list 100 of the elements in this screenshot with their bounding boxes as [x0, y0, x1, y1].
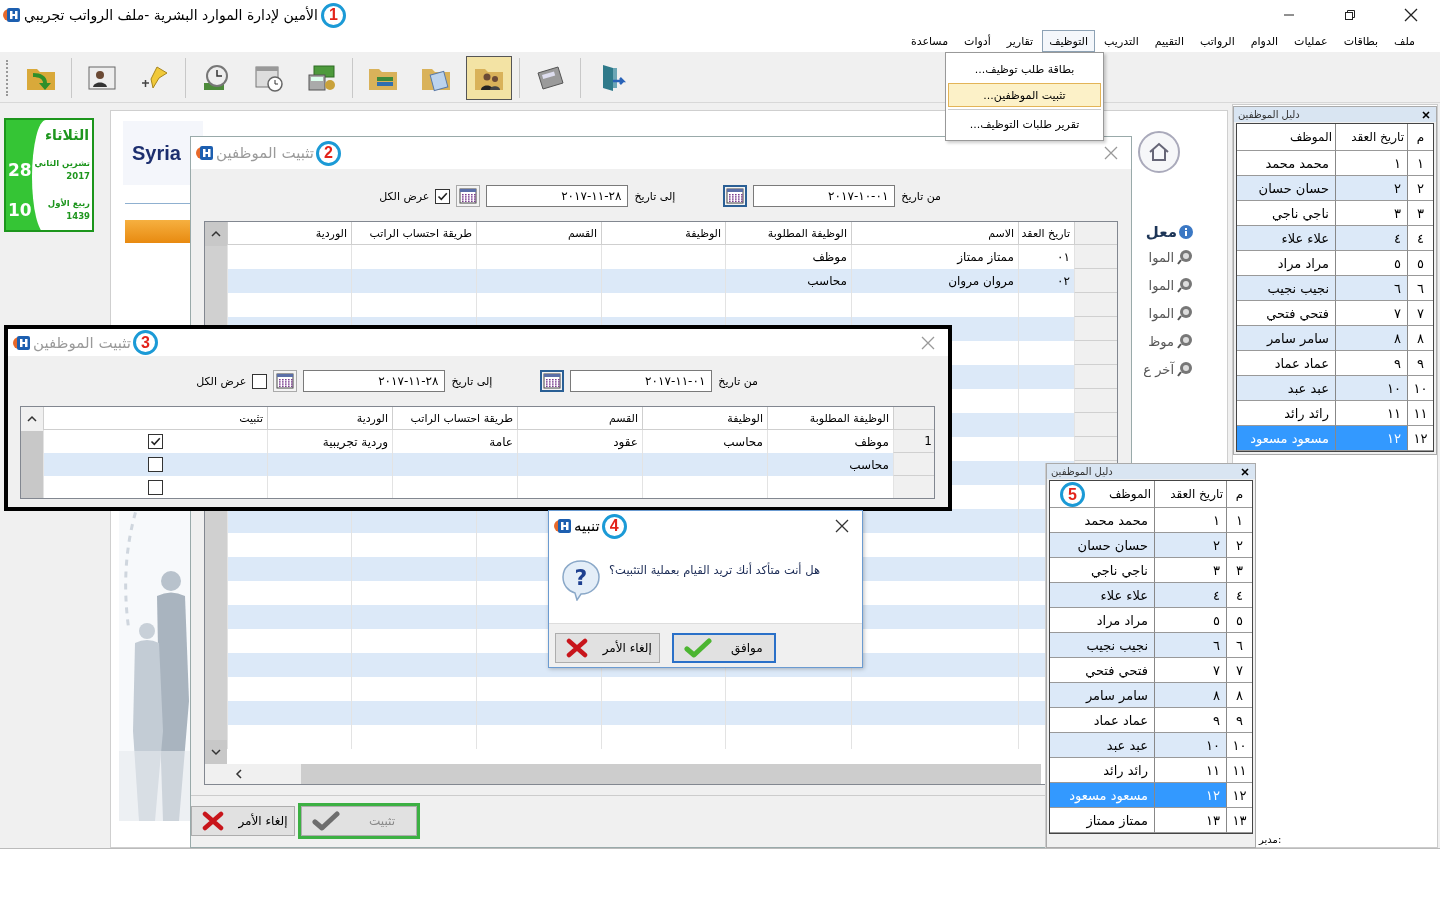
table-row[interactable]: ٢ ٢ حسان حسان: [1237, 176, 1433, 201]
news-link[interactable]: آخر ع: [1143, 361, 1174, 377]
table-row[interactable]: محاسب: [43, 453, 934, 476]
table-row[interactable]: ١٣ ١٣ ممتاز ممتاز: [1050, 808, 1252, 833]
table-row[interactable]: ١٠ ١٠ عبد عبد: [1050, 733, 1252, 758]
year-label: 1439: [66, 210, 90, 223]
column-header[interactable]: تاريخ العقد: [1335, 124, 1407, 151]
message-text: هل أنت متأكد أنك تريد القيام بعملية التثبيت؟: [609, 561, 820, 577]
table-cell: حسان حسان: [1237, 176, 1335, 201]
month-label: ربيع الأول: [47, 197, 90, 210]
table-cell: ٩: [1226, 708, 1252, 733]
table-cell: ٣: [1226, 558, 1252, 583]
menu-item[interactable]: تقرير طلبات التوظيف...: [948, 112, 1101, 136]
table-cell: ٨: [1335, 326, 1407, 351]
news-link[interactable]: الموا: [1148, 249, 1174, 265]
column-header[interactable]: م: [1407, 124, 1433, 151]
table-row[interactable]: ٠١ ممتاز ممتاز موظف: [227, 245, 1117, 269]
menu-item[interactable]: تثبيت الموظفين...: [948, 83, 1101, 107]
dialog-title: تثبيت الموظفين: [216, 144, 314, 162]
callout-badge: 1: [320, 2, 346, 28]
news-link[interactable]: الموا: [1148, 277, 1174, 293]
menu-item[interactable]: التقييم: [1147, 30, 1191, 52]
table-cell: ١١: [1226, 758, 1252, 783]
table-cell: ٤: [1335, 226, 1407, 251]
table-row[interactable]: ٦ ٦ نجيب نجيب: [1050, 633, 1252, 658]
table-cell: ١٠: [1335, 376, 1407, 401]
table-row[interactable]: ٦ ٦ نجيب نجيب: [1237, 276, 1433, 301]
table-cell: علاء علاء: [1050, 583, 1154, 608]
status-text: مدير:: [1259, 834, 1282, 845]
table-cell: ٢: [1154, 533, 1226, 558]
table-cell: عبد عبد: [1050, 733, 1154, 758]
table-cell: ٣: [1407, 201, 1433, 226]
dialog-title: تنبيه: [574, 517, 600, 535]
table-cell: ١٣: [1226, 808, 1252, 833]
table-cell: ١٣: [1154, 808, 1226, 833]
dialog-title: تثبيت الموظفين: [33, 333, 131, 352]
cancel-button[interactable]: إلغاء الأمر: [191, 806, 295, 836]
table-cell: ٧: [1226, 658, 1252, 683]
table-cell: ١: [1226, 508, 1252, 533]
date-field[interactable]: ٠١-١٠-٢٠١٧: [753, 185, 896, 207]
table-row[interactable]: ١٠ ١٠ عبد عبد: [1237, 376, 1433, 401]
checkbox-label: عرض الكل: [196, 374, 247, 388]
menu-item[interactable]: مساعدة: [903, 30, 956, 52]
question-icon: ?: [561, 559, 601, 601]
menu-item[interactable]: الرواتب: [1193, 30, 1242, 52]
year-label: 2017: [66, 170, 90, 183]
column-header[interactable]: م: [1226, 481, 1252, 508]
table-cell: ممتاز ممتاز: [1050, 808, 1154, 833]
news-link[interactable]: الموا: [1148, 305, 1174, 321]
column-header[interactable]: الموظف: [1237, 124, 1335, 151]
menu-item[interactable]: الدوام: [1243, 30, 1286, 52]
menu-item[interactable]: ملف: [1387, 30, 1422, 52]
table-cell: سامر سامر: [1237, 326, 1335, 351]
table-row[interactable]: ١٢ ١٢ مسعود مسعود: [1050, 783, 1252, 808]
menu-item[interactable]: بطاقات: [1336, 30, 1386, 52]
panel-title: دليل الموظفين: [1051, 466, 1113, 477]
ok-button[interactable]: موافق: [671, 633, 776, 663]
table-cell: ٨: [1154, 683, 1226, 708]
table-row[interactable]: ٤ ٤ علاء علاء: [1237, 226, 1433, 251]
table-cell: ٤: [1154, 583, 1226, 608]
table-row[interactable]: ٢ ٢ حسان حسان: [1050, 533, 1252, 558]
menu-item[interactable]: التدريب: [1097, 30, 1146, 52]
table-cell: نجيب نجيب: [1237, 276, 1335, 301]
table-row[interactable]: ٨ ٨ سامر سامر: [1237, 326, 1433, 351]
table-cell: ٢: [1335, 176, 1407, 201]
date-field[interactable]: ٠١-١١-٢٠١٧: [570, 370, 713, 392]
brand-text: Syria: [131, 141, 181, 165]
table-cell: ١٠: [1154, 733, 1226, 758]
table-row[interactable]: ٤ ٤ علاء علاء: [1050, 583, 1252, 608]
day-number: 28: [8, 160, 32, 180]
table-cell: ١٢: [1154, 783, 1226, 808]
date-field[interactable]: ٢٨-١١-٢٠١٧: [303, 370, 446, 392]
section-heading: معل: [1145, 223, 1177, 241]
table-cell: عبد عبد: [1237, 376, 1335, 401]
column-header[interactable]: تاريخ العقد: [1154, 481, 1226, 508]
date-field[interactable]: ٢٨-١١-٢٠١٧: [486, 185, 629, 207]
menu-item[interactable]: أدوات: [957, 30, 998, 52]
table-cell: ٥: [1407, 251, 1433, 276]
table-cell: نجيب نجيب: [1050, 633, 1154, 658]
weekday-label: الثلاثاء: [44, 126, 90, 145]
callout-badge: 2: [315, 140, 341, 166]
field-label: من تاريخ: [718, 374, 758, 388]
table-row[interactable]: ٠٢ مروان مروان محاسب: [227, 269, 1117, 293]
panel-title: دليل الموظفين: [1238, 109, 1300, 120]
row-header[interactable]: 1: [893, 430, 934, 453]
menu-item[interactable]: تقارير: [999, 30, 1041, 52]
table-row[interactable]: ٨ ٨ سامر سامر: [1050, 683, 1252, 708]
table-row[interactable]: ١٢ ١٢ مسعود مسعود: [1237, 426, 1433, 451]
table-cell: ٦: [1154, 633, 1226, 658]
table-cell: مسعود مسعود: [1050, 783, 1154, 808]
field-label: إلى تاريخ: [451, 374, 493, 388]
menu-item[interactable]: التوظيف: [1042, 30, 1096, 52]
table-cell: مسعود مسعود: [1237, 426, 1335, 451]
news-link[interactable]: موظ: [1148, 333, 1174, 349]
menu-item[interactable]: بطاقة طلب توظيف...: [948, 57, 1101, 81]
table-cell: ٩: [1407, 351, 1433, 376]
cancel-button[interactable]: إلغاء الأمر: [555, 633, 660, 663]
table-cell: ١: [1407, 151, 1433, 176]
menu-item[interactable]: عمليات: [1287, 30, 1335, 52]
window-title: الأمين لإدارة الموارد البشرية -ملف الرواتب تجريبي: [24, 7, 318, 23]
